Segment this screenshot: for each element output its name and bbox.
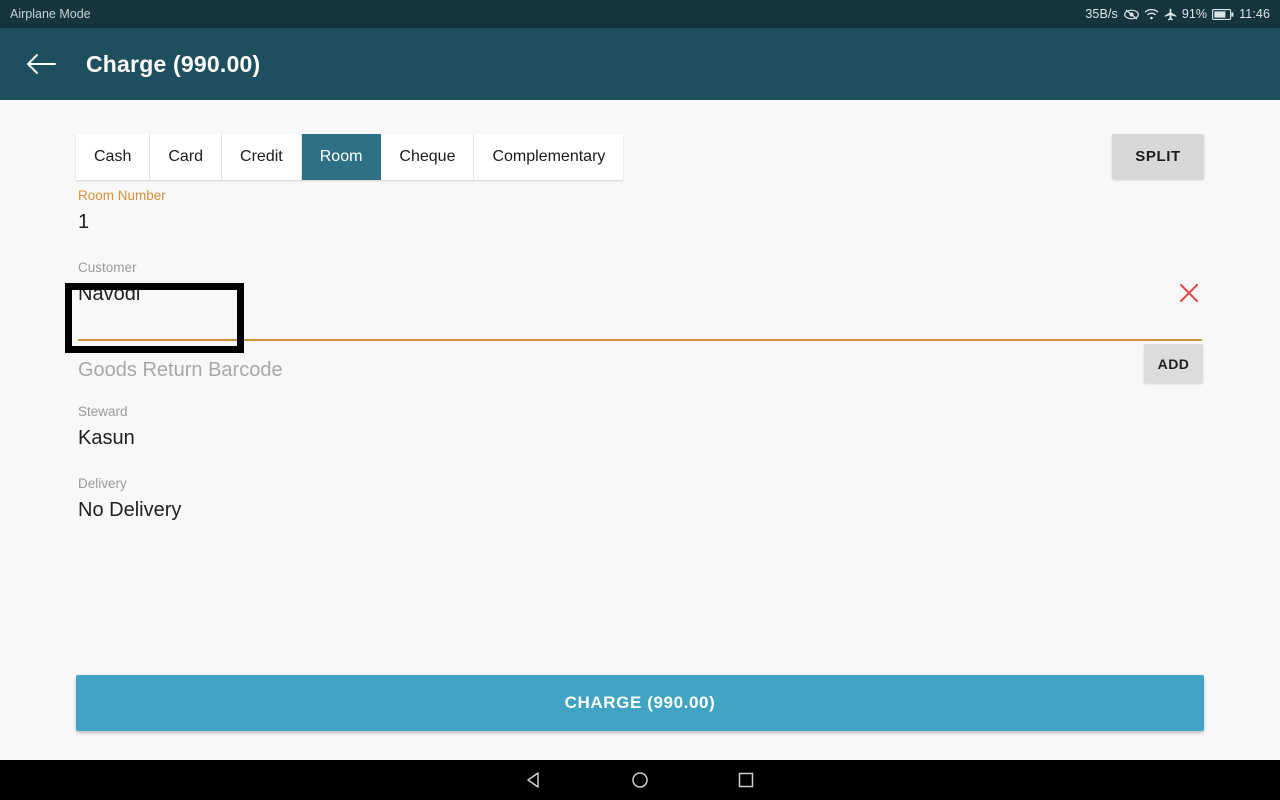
app-bar: Charge (990.00) xyxy=(0,28,1280,100)
wifi-icon xyxy=(1144,8,1159,20)
status-bar-left: Airplane Mode xyxy=(10,7,91,21)
network-speed-label: 35B/s xyxy=(1085,7,1118,21)
recents-square-icon[interactable] xyxy=(726,760,766,800)
add-button[interactable]: ADD xyxy=(1144,344,1203,383)
airplane-mode-label: Airplane Mode xyxy=(10,7,91,21)
android-navigation-bar xyxy=(0,760,1280,800)
split-button[interactable]: SPLIT xyxy=(1112,134,1204,179)
home-circle-icon[interactable] xyxy=(620,760,660,800)
page-title: Charge (990.00) xyxy=(86,50,261,77)
room-number-value[interactable]: 1 xyxy=(78,208,1202,236)
goods-return-barcode-field[interactable]: Goods Return Barcode xyxy=(78,352,1202,384)
back-arrow-icon[interactable] xyxy=(24,47,58,81)
steward-value[interactable]: Kasun xyxy=(78,424,1202,452)
tab-card[interactable]: Card xyxy=(150,134,223,180)
device-screen: Airplane Mode 35B/s 91% 11:46 Charge (99… xyxy=(0,0,1280,800)
delivery-field[interactable]: Delivery No Delivery xyxy=(78,476,1202,524)
eye-icon xyxy=(1123,9,1139,20)
goods-return-barcode-input[interactable]: Goods Return Barcode xyxy=(78,356,1202,384)
delivery-value[interactable]: No Delivery xyxy=(78,496,1202,524)
back-triangle-icon[interactable] xyxy=(514,760,554,800)
tab-credit[interactable]: Credit xyxy=(222,134,302,180)
payment-method-tabs: Cash Card Credit Room Cheque Complementa… xyxy=(76,134,624,180)
steward-field[interactable]: Steward Kasun xyxy=(78,404,1202,452)
status-bar-right: 35B/s 91% 11:46 xyxy=(1085,7,1270,21)
customer-label: Customer xyxy=(78,260,137,275)
tab-room[interactable]: Room xyxy=(301,134,382,180)
room-number-underline xyxy=(78,339,1202,341)
tab-cheque[interactable]: Cheque xyxy=(381,134,475,180)
customer-value[interactable]: Navodi xyxy=(78,280,1202,308)
close-x-icon[interactable] xyxy=(1176,280,1202,306)
airplane-icon xyxy=(1164,8,1177,21)
customer-field[interactable]: Customer Navodi xyxy=(78,260,1202,308)
tab-complementary[interactable]: Complementary xyxy=(474,134,624,180)
tab-cash[interactable]: Cash xyxy=(76,134,151,180)
main-content: Cash Card Credit Room Cheque Complementa… xyxy=(0,100,1280,760)
steward-label: Steward xyxy=(78,404,128,419)
battery-percent-label: 91% xyxy=(1181,7,1208,21)
clock-label: 11:46 xyxy=(1239,7,1270,21)
room-number-label: Room Number xyxy=(78,188,166,203)
room-number-field[interactable]: Room Number 1 xyxy=(78,188,1202,236)
payment-method-tab-row: Cash Card Credit Room Cheque Complementa… xyxy=(76,134,1204,180)
status-bar: Airplane Mode 35B/s 91% 11:46 xyxy=(0,0,1280,28)
delivery-label: Delivery xyxy=(78,476,127,491)
charge-button[interactable]: CHARGE (990.00) xyxy=(76,675,1204,731)
battery-icon xyxy=(1212,8,1234,20)
